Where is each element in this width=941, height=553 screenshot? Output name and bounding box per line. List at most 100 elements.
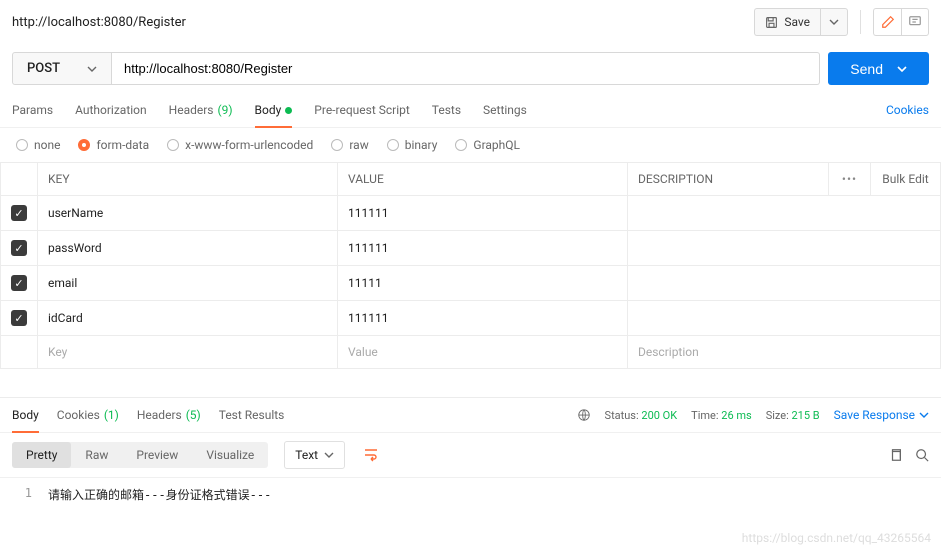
time-label: Time: — [691, 409, 718, 422]
resp-tab-cookies-label: Cookies — [57, 408, 100, 422]
view-preview[interactable]: Preview — [122, 442, 192, 468]
size-value: 215 B — [792, 409, 820, 422]
response-info: Status: 200 OK Time: 26 ms Size: 215 B S… — [577, 408, 929, 422]
radio-raw[interactable]: raw — [331, 138, 368, 152]
radio-urlencoded-label: x-www-form-urlencoded — [185, 138, 313, 152]
response-view-tabs: Pretty Raw Preview Visualize — [12, 442, 268, 468]
resp-tab-body[interactable]: Body — [12, 398, 39, 432]
cell-value[interactable]: 111111 — [338, 196, 628, 231]
table-row: userName 111111 — [1, 196, 941, 231]
method-select[interactable]: POST — [12, 52, 112, 85]
radio-graphql-label: GraphQL — [473, 138, 520, 152]
save-response-label: Save Response — [834, 408, 915, 422]
cell-key-placeholder[interactable]: Key — [38, 336, 338, 369]
send-button[interactable]: Send — [828, 52, 929, 85]
status-label: Status: — [605, 409, 639, 422]
cell-value[interactable]: 111111 — [338, 301, 628, 336]
view-raw[interactable]: Raw — [71, 442, 122, 468]
th-more[interactable]: ••• — [829, 163, 871, 196]
cell-desc[interactable] — [628, 231, 941, 266]
more-icon: ••• — [842, 172, 857, 186]
globe-icon[interactable] — [577, 408, 591, 422]
format-value: Text — [295, 448, 318, 462]
chevron-down-icon — [324, 450, 334, 460]
size-label: Size: — [766, 409, 789, 422]
copy-icon[interactable] — [889, 448, 903, 462]
comment-button[interactable] — [901, 8, 929, 36]
row-checkbox[interactable] — [11, 310, 27, 326]
chevron-down-icon — [87, 64, 97, 74]
chevron-down-icon — [897, 64, 907, 74]
radio-graphql[interactable]: GraphQL — [455, 138, 520, 152]
save-icon — [765, 16, 778, 29]
edit-button[interactable] — [873, 8, 901, 36]
resp-tab-headers[interactable]: Headers (5) — [137, 398, 201, 432]
response-body: 1 请输入正确的邮箱---身份证格式错误--- — [0, 477, 941, 511]
row-checkbox[interactable] — [11, 205, 27, 221]
radio-binary-label: binary — [405, 138, 438, 152]
radio-icon — [331, 139, 343, 151]
cell-desc[interactable] — [628, 301, 941, 336]
row-checkbox[interactable] — [11, 240, 27, 256]
save-button-group: Save — [754, 8, 848, 36]
cell-desc[interactable] — [628, 266, 941, 301]
edit-comment-group — [873, 8, 929, 36]
row-checkbox[interactable] — [11, 275, 27, 291]
tab-headers[interactable]: Headers (9) — [169, 93, 233, 127]
table-row: passWord 111111 — [1, 231, 941, 266]
send-label: Send — [850, 61, 883, 77]
cell-key[interactable]: userName — [38, 196, 338, 231]
save-dropdown[interactable] — [820, 8, 848, 36]
divider — [860, 10, 861, 34]
resp-tab-headers-label: Headers — [137, 408, 182, 422]
resp-tab-test-results[interactable]: Test Results — [219, 398, 285, 432]
tab-params[interactable]: Params — [12, 93, 53, 127]
url-input[interactable] — [112, 52, 820, 85]
cookies-link[interactable]: Cookies — [886, 93, 929, 127]
radio-binary[interactable]: binary — [387, 138, 438, 152]
table-row-new: Key Value Description — [1, 336, 941, 369]
radio-formdata-label: form-data — [96, 138, 149, 152]
view-visualize[interactable]: Visualize — [192, 442, 268, 468]
th-bulk[interactable]: Bulk Edit — [871, 163, 941, 196]
search-icon[interactable] — [915, 448, 929, 462]
cell-value-placeholder[interactable]: Value — [338, 336, 628, 369]
edit-icon — [881, 15, 895, 29]
tab-authorization[interactable]: Authorization — [75, 93, 147, 127]
format-select[interactable]: Text — [284, 441, 345, 469]
resp-tab-cookies[interactable]: Cookies (1) — [57, 398, 119, 432]
radio-icon — [455, 139, 467, 151]
bulk-edit-label: Bulk Edit — [882, 172, 928, 186]
table-row: idCard 111111 — [1, 301, 941, 336]
th-value: VALUE — [338, 163, 628, 196]
th-description: DESCRIPTION — [628, 163, 829, 196]
cell-key[interactable]: email — [38, 266, 338, 301]
request-title: http://localhost:8080/Register — [12, 15, 746, 30]
cell-value[interactable]: 111111 — [338, 231, 628, 266]
response-text: 请输入正确的邮箱---身份证格式错误--- — [48, 486, 271, 503]
tab-body[interactable]: Body — [255, 93, 293, 127]
watermark: https://blog.csdn.net/qq_43265564 — [742, 531, 931, 545]
cell-desc[interactable] — [628, 196, 941, 231]
tab-body-indicator — [285, 107, 292, 114]
tab-settings[interactable]: Settings — [483, 93, 527, 127]
cell-desc-placeholder[interactable]: Description — [628, 336, 941, 369]
cell-key[interactable]: passWord — [38, 231, 338, 266]
cell-key[interactable]: idCard — [38, 301, 338, 336]
save-response-button[interactable]: Save Response — [834, 408, 929, 422]
tab-prerequest[interactable]: Pre-request Script — [314, 93, 409, 127]
radio-formdata[interactable]: form-data — [78, 138, 149, 152]
radio-urlencoded[interactable]: x-www-form-urlencoded — [167, 138, 313, 152]
time-value: 26 ms — [721, 409, 751, 422]
radio-icon — [16, 139, 28, 151]
save-button[interactable]: Save — [754, 8, 820, 36]
cell-value[interactable]: 11111 — [338, 266, 628, 301]
radio-none[interactable]: none — [16, 138, 60, 152]
wrap-button[interactable] — [357, 442, 385, 468]
view-pretty[interactable]: Pretty — [12, 442, 71, 468]
chevron-down-icon — [829, 17, 839, 27]
th-check — [1, 163, 38, 196]
tab-tests[interactable]: Tests — [432, 93, 461, 127]
th-key: KEY — [38, 163, 338, 196]
radio-icon — [387, 139, 399, 151]
